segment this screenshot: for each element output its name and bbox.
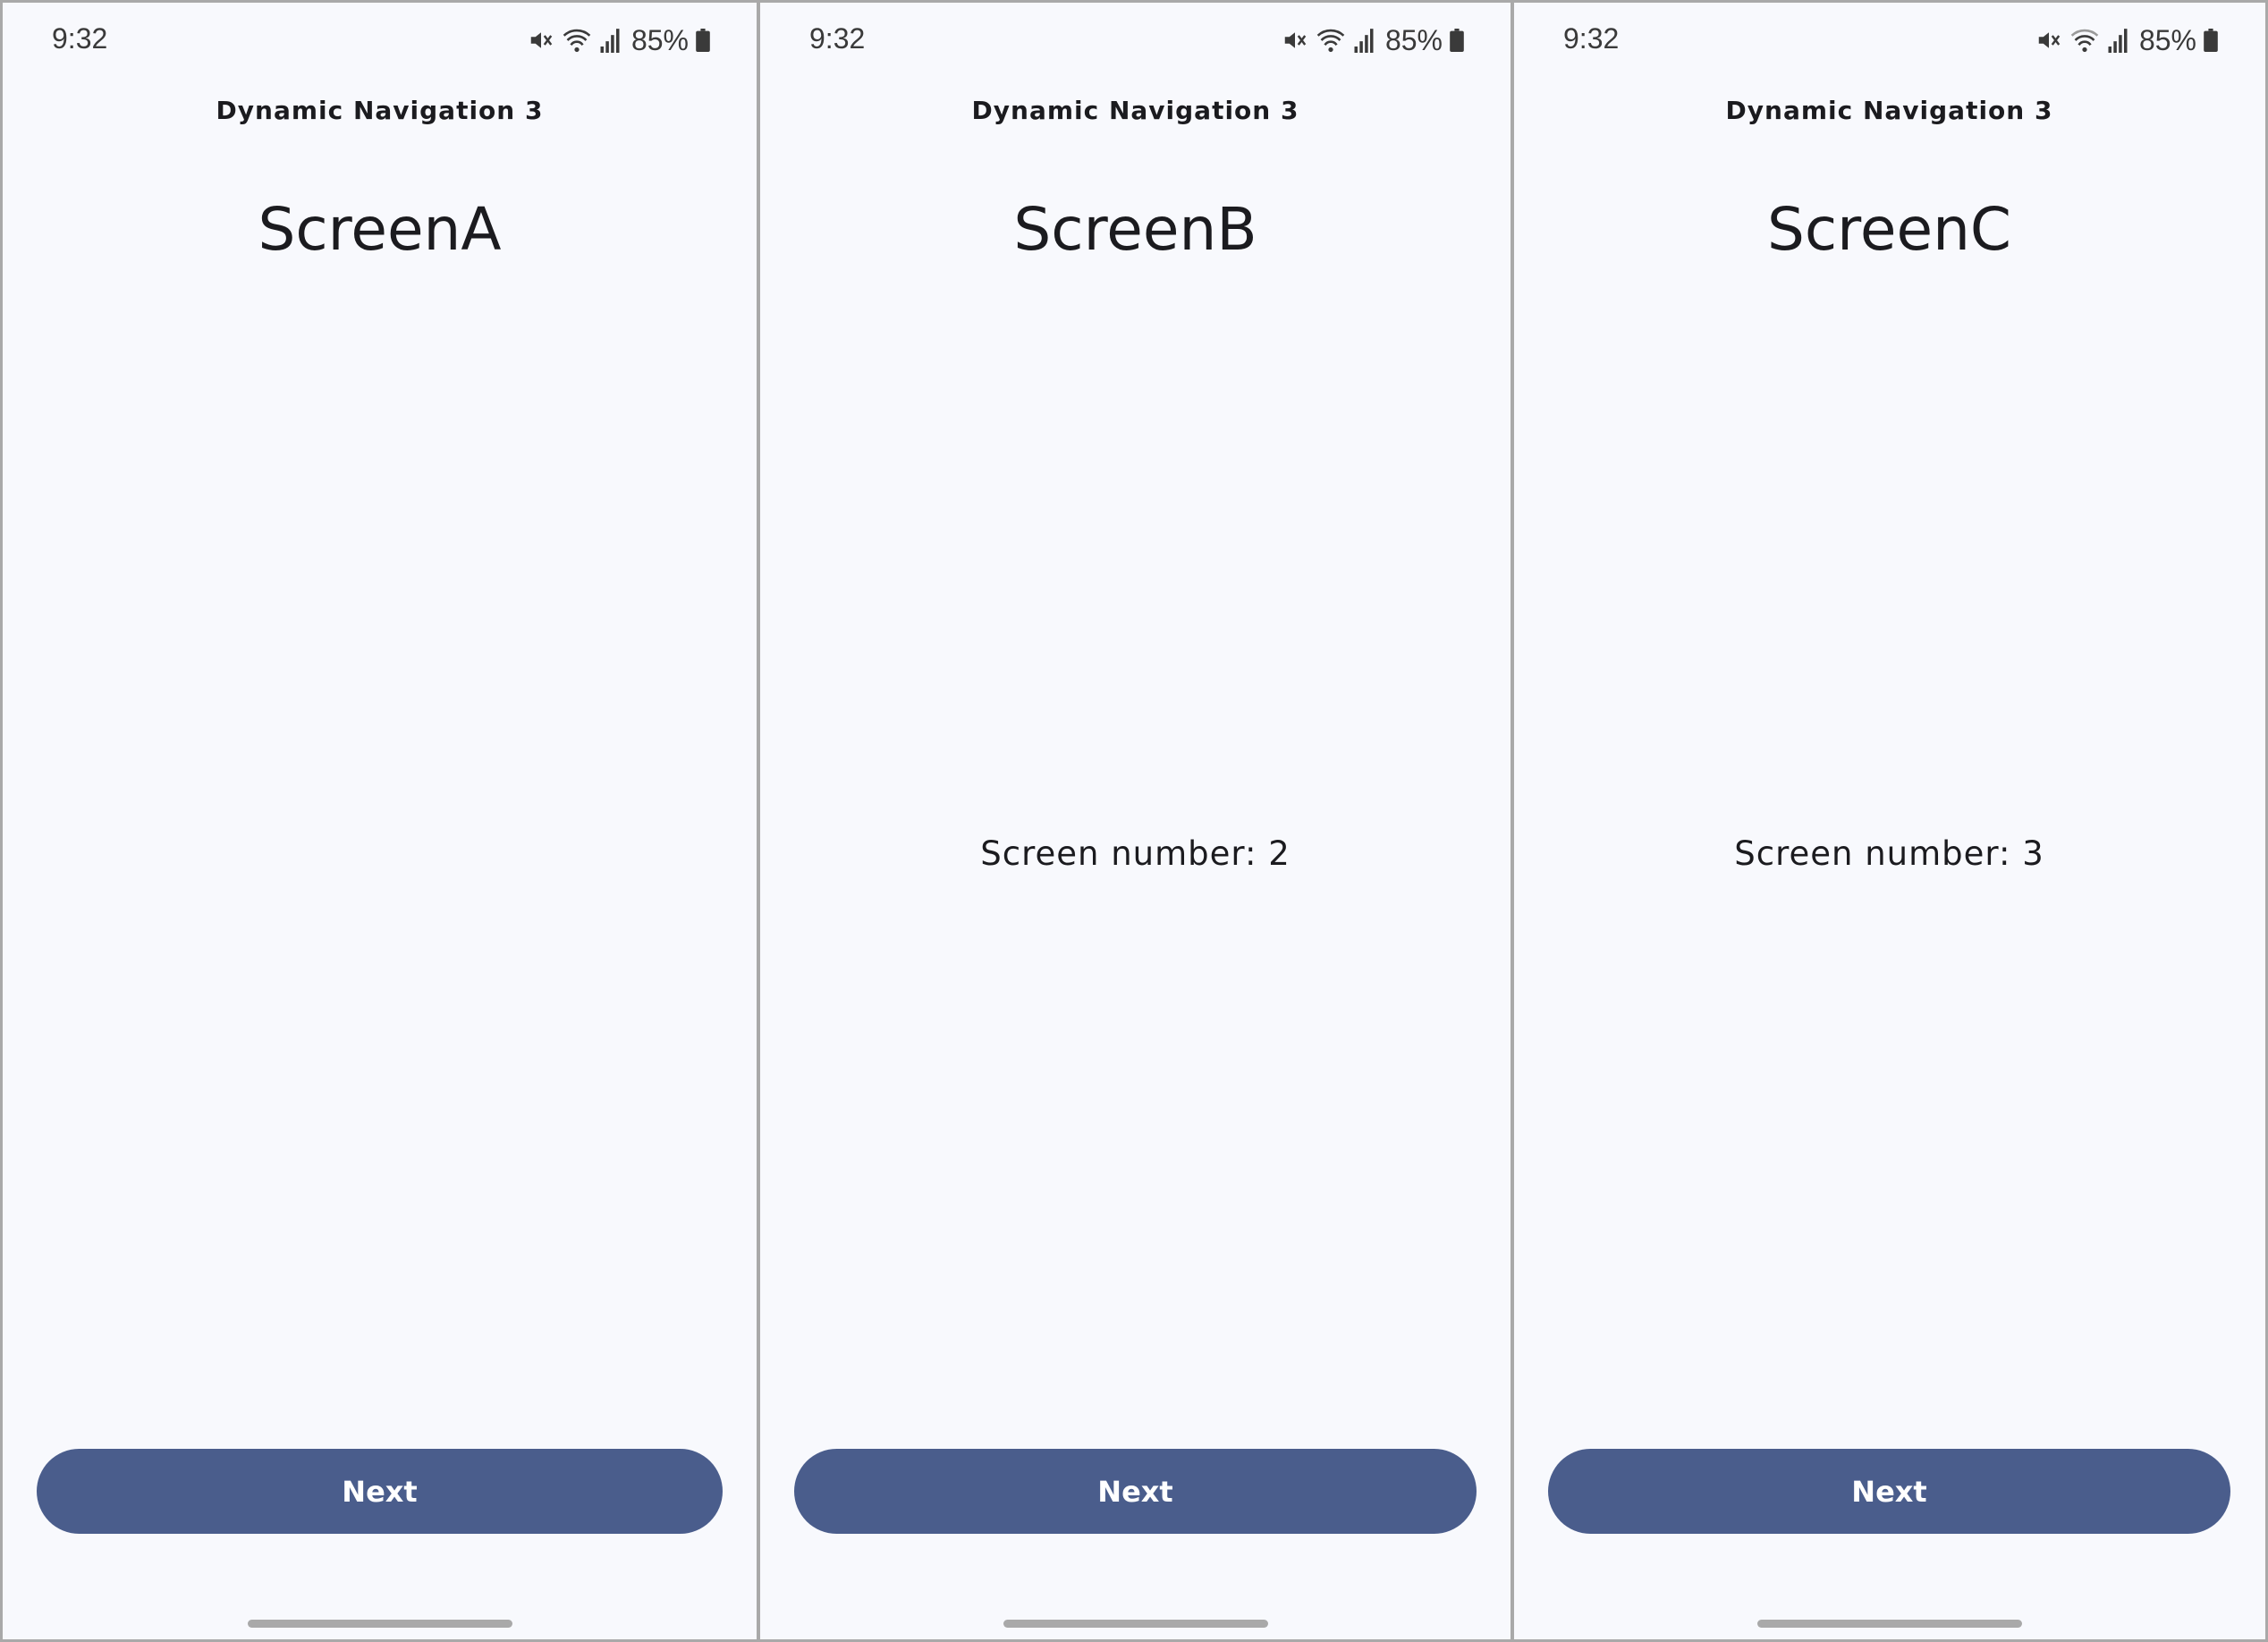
status-icons: 85% bbox=[1282, 22, 1464, 58]
status-icons: 85% bbox=[528, 22, 710, 58]
mute-icon bbox=[1282, 27, 1308, 54]
status-bar: 9:32 85% bbox=[1514, 3, 2264, 74]
phone-screen-c: 9:32 85% Dynamic Navigation 3 ScreenC Sc… bbox=[1511, 3, 2264, 1639]
wifi-icon bbox=[1316, 27, 1346, 54]
status-bar: 9:32 85% bbox=[760, 3, 1511, 74]
next-button[interactable]: Next bbox=[794, 1449, 1477, 1534]
mute-icon bbox=[2035, 27, 2062, 54]
screen-heading: ScreenC bbox=[1767, 195, 2011, 264]
wifi-icon bbox=[562, 27, 592, 54]
battery-percentage: 85% bbox=[1384, 23, 1443, 56]
signal-icon bbox=[599, 28, 621, 53]
battery-percentage: 85% bbox=[2138, 23, 2196, 56]
status-time: 9:32 bbox=[1563, 22, 1620, 55]
signal-icon bbox=[1353, 28, 1375, 53]
status-time: 9:32 bbox=[809, 22, 866, 55]
home-indicator[interactable] bbox=[247, 1620, 512, 1628]
phone-screen-a: 9:32 85% Dynamic Navigation 3 ScreenA Ne… bbox=[3, 3, 757, 1639]
home-indicator[interactable] bbox=[1756, 1620, 2022, 1628]
next-button[interactable]: Next bbox=[1548, 1449, 2230, 1534]
battery-icon bbox=[2204, 29, 2218, 52]
status-time: 9:32 bbox=[52, 22, 108, 55]
screen-heading: ScreenB bbox=[1013, 195, 1257, 264]
battery-percentage: 85% bbox=[630, 23, 689, 56]
screen-number-label: Screen number: 2 bbox=[980, 834, 1291, 873]
battery-icon bbox=[696, 29, 710, 52]
status-bar: 9:32 85% bbox=[3, 3, 757, 74]
signal-icon bbox=[2107, 28, 2128, 53]
phone-screen-b: 9:32 85% Dynamic Navigation 3 ScreenB Sc… bbox=[757, 3, 1511, 1639]
wifi-icon bbox=[2069, 27, 2100, 54]
mute-icon bbox=[528, 27, 554, 54]
home-indicator[interactable] bbox=[1003, 1620, 1268, 1628]
battery-icon bbox=[1450, 29, 1464, 52]
next-button[interactable]: Next bbox=[37, 1449, 723, 1534]
screen-heading: ScreenA bbox=[258, 195, 502, 264]
app-title: Dynamic Navigation 3 bbox=[1725, 96, 2053, 125]
app-title: Dynamic Navigation 3 bbox=[971, 96, 1299, 125]
status-icons: 85% bbox=[2035, 22, 2218, 58]
screen-number-label: Screen number: 3 bbox=[1734, 834, 2044, 873]
phone-screens-row: 9:32 85% Dynamic Navigation 3 ScreenA Ne… bbox=[0, 0, 2268, 1642]
app-title: Dynamic Navigation 3 bbox=[216, 96, 544, 125]
